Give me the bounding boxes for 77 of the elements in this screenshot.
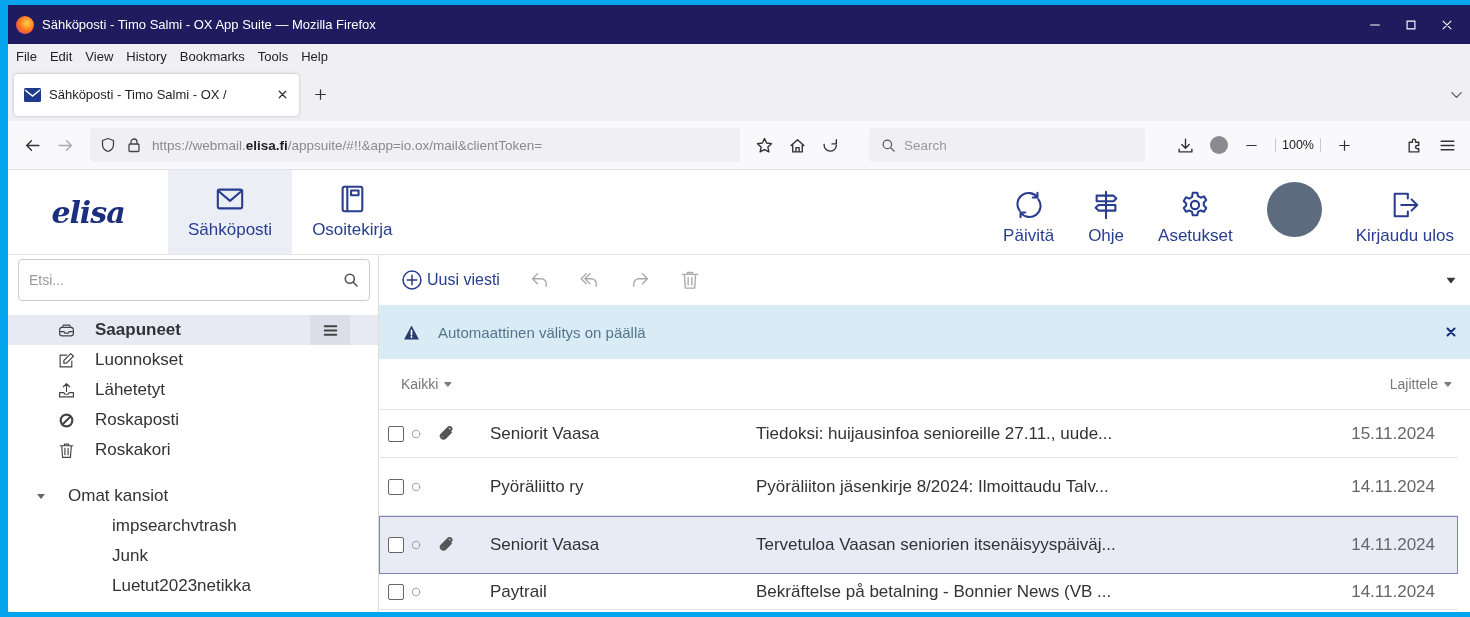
checkbox[interactable] — [388, 537, 404, 553]
new-message-button[interactable]: Uusi viesti — [401, 269, 500, 291]
zoom-in-icon[interactable] — [1337, 137, 1352, 153]
elisa-logo: elisa — [50, 193, 126, 232]
header-button[interactable]: Päivitä — [1003, 170, 1055, 254]
subject: Pyöräliiton jäsenkirje 8/2024: Ilmoittaudu Talv... — [756, 477, 1110, 497]
folder-item[interactable]: Roskaposti — [8, 405, 378, 435]
profile-circle-icon[interactable] — [1210, 136, 1228, 154]
sender: Seniorit Vaasa — [490, 535, 601, 555]
folder-item[interactable]: Saapuneet — [8, 315, 378, 345]
warning-icon — [403, 323, 420, 341]
new-tab-icon[interactable] — [313, 87, 328, 102]
subject: Bekräftelse på betalning - Bonnier News (VB ... — [756, 582, 1113, 602]
folder-item[interactable]: Lähetetyt — [8, 375, 378, 405]
date: 14.11.2024 — [1350, 582, 1436, 602]
folder-options-button[interactable] — [310, 315, 350, 345]
close-icon[interactable] — [1444, 325, 1458, 339]
filter-dropdown[interactable]: Kaikki — [401, 376, 455, 392]
menu-item[interactable]: File — [16, 48, 37, 64]
shield-icon[interactable] — [100, 137, 116, 153]
home-icon[interactable] — [789, 136, 806, 154]
maximize-icon[interactable] — [1404, 17, 1418, 32]
firefox-logo-icon — [16, 15, 34, 34]
date: 14.11.2024 — [1350, 477, 1436, 497]
header-button[interactable]: Ohje — [1088, 170, 1125, 254]
lock-icon[interactable] — [126, 137, 142, 153]
folder-item[interactable]: Luonnokset — [8, 345, 378, 375]
folder-item[interactable]: Roskakori — [8, 435, 378, 465]
browser-tab[interactable]: Sähköposti - Timo Salmi - OX / — [14, 73, 299, 116]
window-title: Sähköposti - Timo Salmi - OX App Suite — Mozilla Firefox — [42, 17, 377, 32]
url-text: https://webmail.elisa.fi/appsuite/#!!&app=io.ox/mail&clientToken= — [152, 137, 543, 153]
reply-all-arrows-icon — [579, 270, 600, 290]
plus-circle-icon — [401, 269, 423, 291]
sort-dropdown[interactable]: Lajittele — [1389, 376, 1454, 392]
menu-item[interactable]: Help — [301, 48, 328, 64]
header-button[interactable]: Asetukset — [1158, 170, 1233, 254]
blocked-circle-icon — [58, 411, 75, 429]
caret-icon[interactable] — [36, 491, 46, 501]
zoom-level[interactable]: 100% — [1275, 138, 1321, 152]
menu-item[interactable]: Bookmarks — [179, 48, 245, 64]
trash-icon — [58, 441, 75, 459]
envelope-icon — [24, 87, 41, 102]
search-icon — [881, 137, 896, 153]
search-icon — [343, 272, 359, 288]
sender: Paytrail — [490, 582, 548, 602]
message-row[interactable]: Paytrail Bekräftelse på betalning - Bonnier News (VB ... 14.11.2024 — [379, 574, 1458, 610]
folder-item[interactable]: Junk — [8, 541, 378, 571]
checkbox[interactable] — [388, 479, 404, 495]
menu-item[interactable]: Edit — [49, 48, 73, 64]
outbox-tray-icon — [58, 381, 75, 399]
folder-item[interactable]: Luetut2023netikka — [8, 571, 378, 601]
menu-item[interactable]: Tools — [257, 48, 289, 64]
folder-section-header[interactable]: Omat kansiot — [8, 481, 378, 511]
notice-text: Automaattinen välitys on päällä — [438, 323, 646, 341]
message-row[interactable]: Seniorit Vaasa Tiedoksi: huijausinfoa senioreille 27.11., uude... 15.11.2024 — [379, 410, 1458, 458]
reply-arrow-icon — [529, 270, 550, 290]
subject: Tervetuloa Vaasan seniorien itsenäisyyspäiväj... — [756, 535, 1117, 555]
address-field[interactable]: https://webmail.elisa.fi/appsuite/#!!&app=io.ox/mail&clientToken= — [90, 128, 740, 162]
date: 14.11.2024 — [1350, 535, 1436, 555]
folder-item[interactable]: impsearchvtrash — [8, 511, 378, 541]
subject: Tiedoksi: huijausinfoa senioreille 27.11., uude... — [756, 424, 1114, 444]
checkbox[interactable] — [388, 584, 404, 600]
reload-icon[interactable] — [822, 136, 839, 154]
app-nav-tab[interactable]: Osoitekirja — [292, 170, 413, 254]
checkbox[interactable] — [388, 426, 404, 442]
header-button[interactable]: Kirjaudu ulos — [1355, 170, 1454, 254]
menu-item[interactable]: History — [126, 48, 167, 64]
close-tab-icon[interactable] — [276, 88, 289, 101]
date: 15.11.2024 — [1350, 424, 1436, 444]
app-nav-tab[interactable]: Sähköposti — [168, 170, 293, 254]
download-icon[interactable] — [1177, 136, 1194, 154]
message-row[interactable]: Seniorit Vaasa Tervetuloa Vaasan seniorien itsenäisyyspäiväj... 14.11.2024 — [379, 516, 1458, 574]
menu-item[interactable]: View — [85, 48, 114, 64]
sender: Seniorit Vaasa — [490, 424, 601, 444]
sender: Pyöräliitto ry — [490, 477, 585, 497]
trash-icon — [679, 270, 700, 290]
bookmark-star-icon[interactable] — [756, 136, 773, 154]
